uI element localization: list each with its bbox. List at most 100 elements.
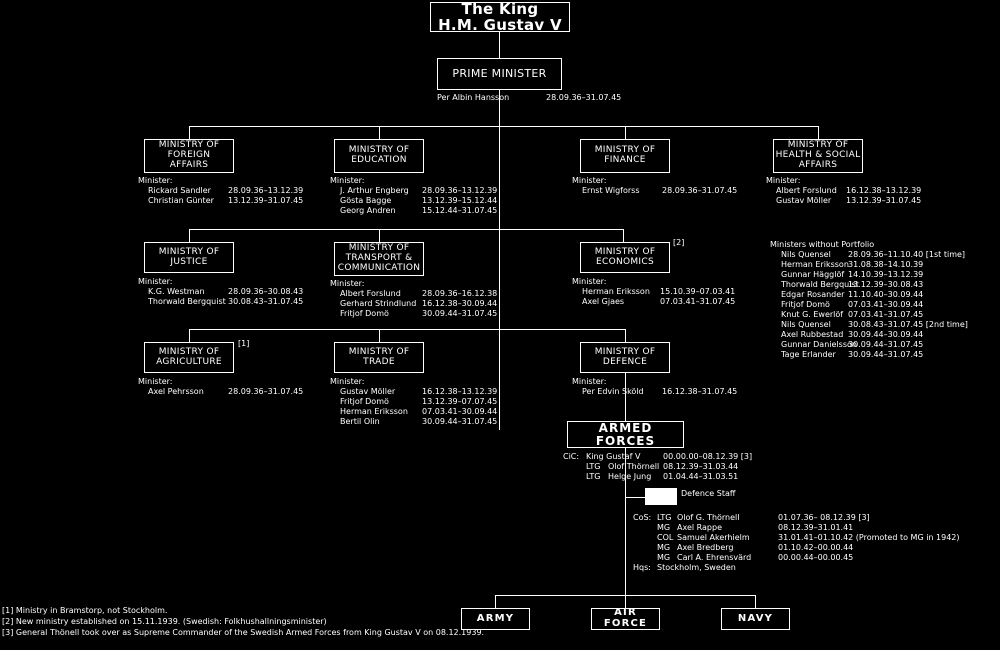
official-row: Herman Eriksson 07.03.41–30.09.44 [340,407,498,416]
air-force-label: AIR FORCE [603,607,648,629]
official-row: Fritjof Domö 13.12.39–07.07.45 [340,397,498,406]
mwp-row: Thorwald Bergquist 13.12.39–30.08.43 [781,280,924,289]
node-navy[interactable]: NAVY [721,608,790,630]
footnote-marker-economics: [2] [673,238,685,247]
armed-forces-commanders: CiC: King Gustaf V 00.00.00–08.12.39 [3]… [563,452,803,484]
cos-row: COL Samuel Akerhielm 31.01.41–01.10.42 (… [657,533,960,542]
cic-label: CiC: [563,452,580,461]
node-prime-minister[interactable]: PRIME MINISTER [437,58,562,90]
connector-pm-trunk [499,90,500,430]
ministry-transport-officials: Minister: Albert Forslund 28.09.36–16.12.… [330,279,498,319]
mwp-row: Edgar Rosander 11.10.40–30.09.44 [781,290,924,299]
mwp-row: Nils Quensel 30.08.43–31.07.45 [2nd time] [781,320,968,329]
official-row: J. Arthur Engberg 28.09.36–13.12.39 [340,186,498,195]
ministry-label: MINISTRY OF DEFENCE [594,346,656,367]
ministry-label: MINISTRY OF TRADE [348,346,410,367]
defence-staff-label: Defence Staff [681,489,736,498]
connector-row1-drop-education [379,126,380,139]
role-label: Minister: [572,377,607,386]
connector-king-to-pm [499,30,500,58]
node-king[interactable]: The King H.M. Gustav V [430,1,570,34]
ministry-finance-officials: Minister: Ernst Wigforss 28.09.36–31.07.4… [572,176,738,196]
connector-row1-drop-foreign [189,126,190,139]
node-armed-forces[interactable]: ARMED FORCES [567,421,684,448]
ministers-without-portfolio: Ministers without Portfolio Nils Quensel… [770,240,968,360]
hqs-row: Hqs: Stockholm, Sweden [633,563,963,573]
node-ministry-agriculture[interactable]: MINISTRY OF AGRICULTURE [144,342,234,373]
node-air-force[interactable]: AIR FORCE [591,607,660,630]
connector-row3-drop-defence [625,329,626,342]
ministry-label: MINISTRY OF FOREIGN AFFAIRS [158,140,220,170]
role-label: Minister: [138,277,173,286]
node-ministry-health-social-affairs[interactable]: MINISTRY OF HEALTH & SOCIAL AFFAIRS [773,139,863,173]
node-ministry-trade[interactable]: MINISTRY OF TRADE [334,342,424,373]
ministry-label: MINISTRY OF HEALTH & SOCIAL AFFAIRS [775,140,861,170]
node-ministry-justice[interactable]: MINISTRY OF JUSTICE [144,242,234,273]
official-row: Ernst Wigforss 28.09.36–31.07.45 [582,186,738,195]
official-row: Fritjof Domö 30.09.44–31.07.45 [340,309,498,318]
king-name: H.M. Gustav V [438,16,562,34]
official-row: Axel Pehrsson 28.09.36–31.07.45 [148,387,304,396]
official-row: Gerhard Strindlund 16.12.38–30.09.44 [340,299,498,308]
node-ministry-defence[interactable]: MINISTRY OF DEFENCE [580,342,670,373]
navy-label: NAVY [737,612,774,624]
connector-row2-drop-transport [379,229,380,242]
mwp-row: Nils Quensel 28.09.36–11.10.40 [1st time] [781,250,966,259]
footnote-2: [2] New ministry established on 15.11.19… [2,617,327,626]
role-label: Minister: [138,377,173,386]
ministry-health-officials: Minister: Albert Forslund 16.12.38–13.12.… [766,176,922,206]
official-row: Gustav Möller 13.12.39–31.07.45 [776,196,922,205]
mwp-row: Axel Rubbestad 30.09.44–30.09.44 [781,330,924,339]
official-row: K.G. Westman 28.09.36–30.08.43 [148,287,304,296]
mwp-row: Tage Erlander 30.09.44–31.07.45 [781,350,924,359]
official-row: Albert Forslund 16.12.38–13.12.39 [776,186,922,195]
official-row: Thorwald Bergquist 30.08.43–31.07.45 [148,297,304,306]
ministry-defence-officials: Minister: Per Edvin Sköld 16.12.38–31.07.… [572,377,737,397]
ministry-agriculture-officials: Minister: Axel Pehrsson 28.09.36–31.07.45 [138,377,304,397]
official-row: Herman Eriksson 15.10.39–07.03.41 [582,287,736,296]
mwp-heading: Ministers without Portfolio [770,240,875,249]
connector-row1-drop-finance [625,126,626,139]
official-row: Gösta Bagge 13.12.39–15.12.44 [340,196,498,205]
node-ministry-economics[interactable]: MINISTRY OF ECONOMICS [580,242,670,273]
ministry-label: MINISTRY OF ECONOMICS [594,246,656,267]
role-label: Minister: [330,377,365,386]
node-ministry-education[interactable]: MINISTRY OF EDUCATION [334,139,424,173]
connector-drop-navy [755,595,756,608]
cos-row: MG Axel Bredberg 01.10.42–00.00.44 [657,543,854,552]
connector-drop-air-force [625,595,626,608]
ministry-label: MINISTRY OF EDUCATION [348,145,410,165]
mwp-row: Herman Eriksson 31.08.38–14.10.39 [781,260,924,269]
mwp-row: Knut G. Ewerlöf 07.03.41–31.07.45 [781,310,924,319]
role-label: Minister: [330,279,365,288]
cos-label: CoS: [633,513,652,522]
ministry-label: MINISTRY OF JUSTICE [158,246,220,267]
connector-row2-drop-justice [189,229,190,242]
node-ministry-finance[interactable]: MINISTRY OF FINANCE [580,139,670,173]
connector-row1-drop-health [818,126,819,139]
cic-row: LTG Olof Thörnell 08.12.39–31.03.44 [586,462,739,471]
connector-row2-bus [189,229,624,230]
role-label: Minister: [330,176,365,185]
official-row: Rickard Sandler 28.09.36–13.12.39 [148,186,304,195]
node-defence-staff[interactable] [645,488,677,505]
official-row: Bertil Olin 30.09.44–31.07.45 [340,417,498,426]
ministry-label: MINISTRY OF AGRICULTURE [156,346,222,367]
node-ministry-foreign-affairs[interactable]: MINISTRY OF FOREIGN AFFAIRS [144,139,234,173]
hqs-label: Hqs: [633,563,651,572]
official-row: Christian Günter 13.12.39–31.07.45 [148,196,304,205]
connector-row2-drop-economics [623,229,624,242]
cos-row: CoS: LTG Olof G. Thörnell 01.07.36– 08.1… [633,513,870,522]
armed-forces-label: ARMED FORCES [595,420,656,448]
node-ministry-transport-communication[interactable]: MINISTRY OF TRANSPORT & COMMUNICATION [334,242,424,276]
prime-minister-label: PRIME MINISTER [452,67,547,81]
connector-drop-army [495,595,496,608]
official-row: Gustav Möller 16.12.38–13.12.39 [340,387,498,396]
footnote-1: [1] Ministry in Bramstorp, not Stockholm… [2,606,168,615]
mwp-row: Gunnar Hägglöf 14.10.39–13.12.39 [781,270,924,279]
official-row: Georg Andren 15.12.44–31.07.45 [340,206,498,215]
ministry-label: MINISTRY OF FINANCE [594,145,656,165]
mwp-row: Fritjof Domö 07.03.41–30.09.44 [781,300,924,309]
official-row: Albert Forslund 28.09.36–16.12.38 [340,289,498,298]
ministry-trade-officials: Minister: Gustav Möller 16.12.38–13.12.39… [330,377,498,427]
